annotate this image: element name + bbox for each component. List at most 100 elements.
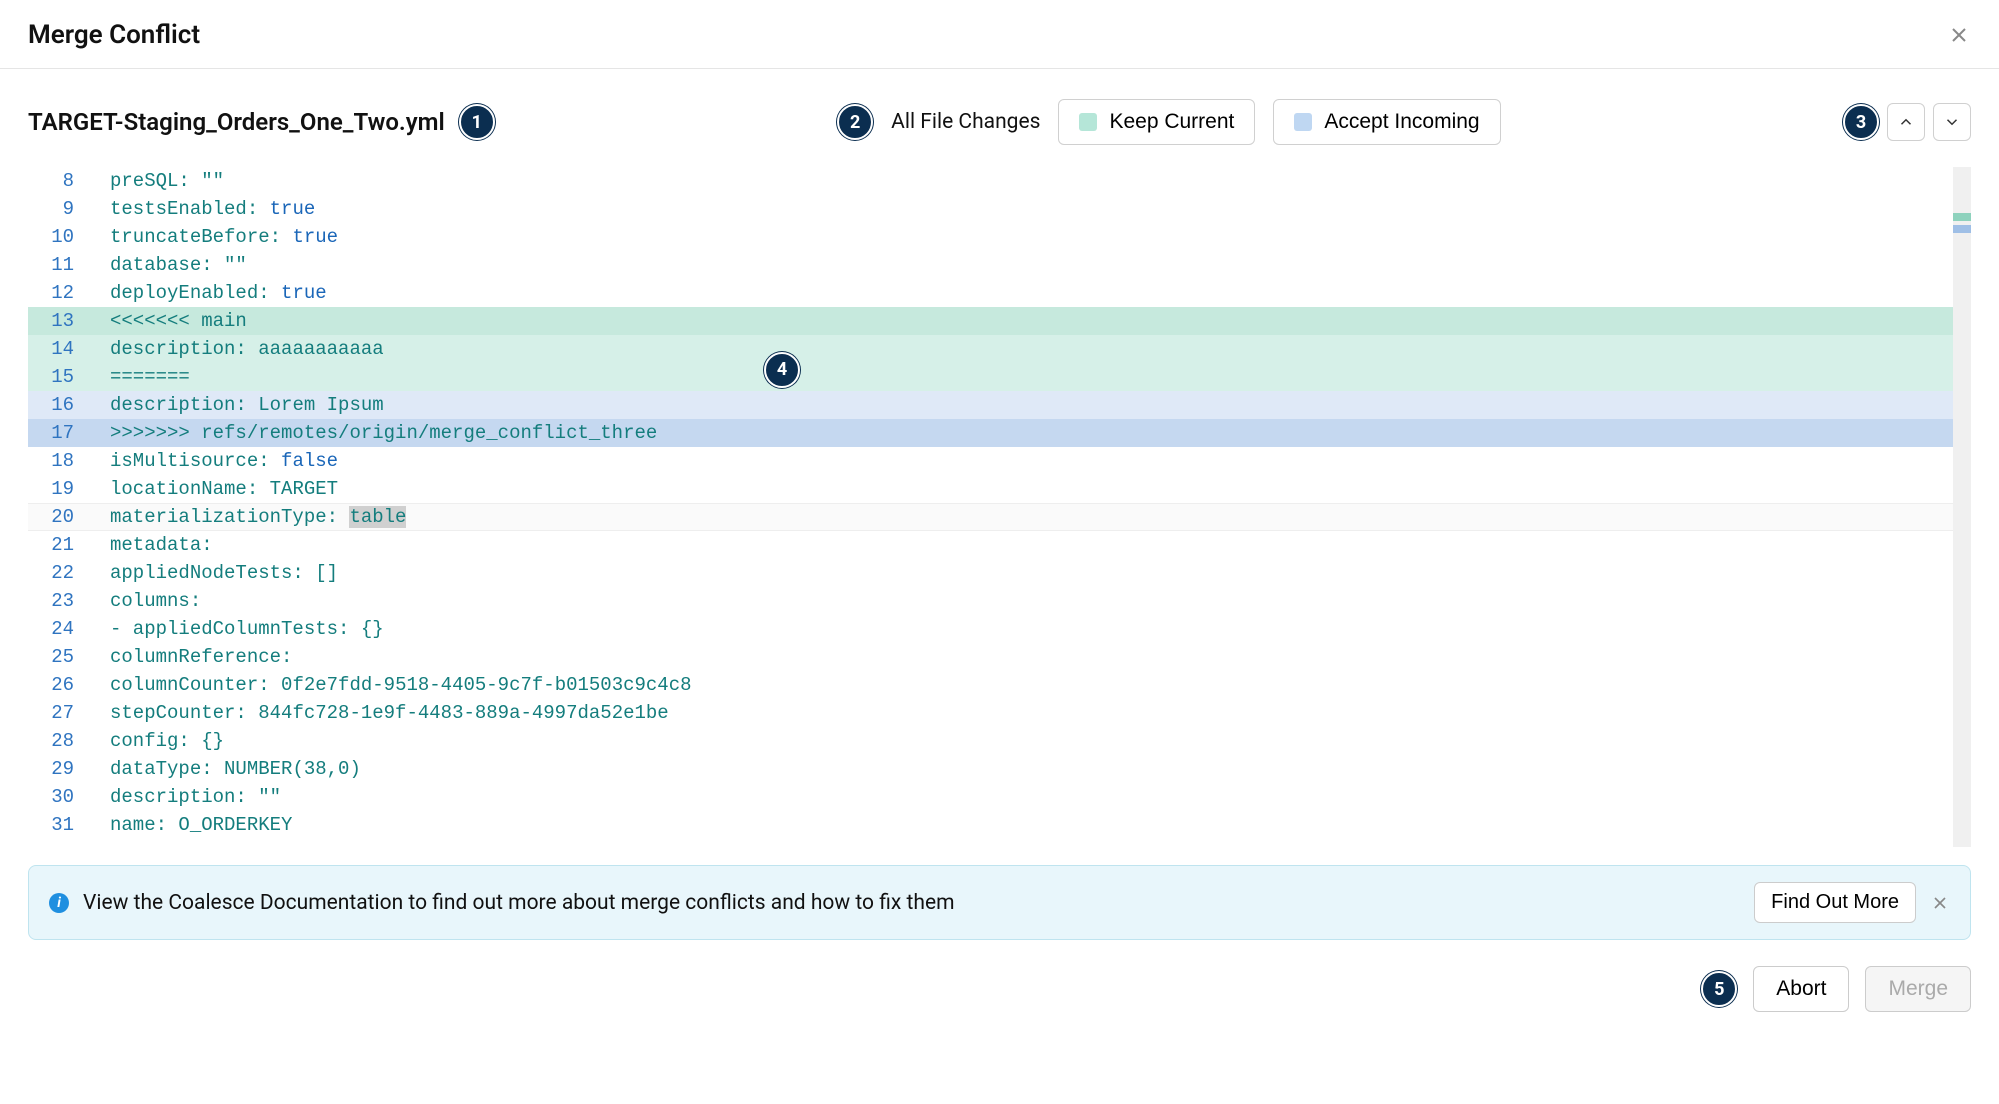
code-text: <<<<<<< main — [104, 307, 1971, 335]
code-line[interactable]: 11 database: "" — [28, 251, 1971, 279]
next-conflict-button[interactable] — [1933, 103, 1971, 141]
code-text: columns: — [104, 587, 1971, 615]
callout-badge-3: 3 — [1843, 104, 1879, 140]
code-text: >>>>>>> refs/remotes/origin/merge_confli… — [104, 419, 1971, 447]
line-number: 25 — [28, 643, 84, 671]
code-text: database: "" — [104, 251, 1971, 279]
code-line[interactable]: 14 description: aaaaaaaaaaa — [28, 335, 1971, 363]
code-text: - appliedColumnTests: {} — [104, 615, 1971, 643]
close-icon[interactable] — [1947, 23, 1971, 47]
line-number: 31 — [28, 811, 84, 839]
code-line[interactable]: 19 locationName: TARGET — [28, 475, 1971, 503]
dialog-header: Merge Conflict — [0, 0, 1999, 69]
line-number: 20 — [28, 503, 84, 531]
code-text: metadata: — [104, 531, 1971, 559]
code-line[interactable]: 12 deployEnabled: true — [28, 279, 1971, 307]
code-line[interactable]: 31 name: O_ORDERKEY — [28, 811, 1971, 839]
code-line[interactable]: 10 truncateBefore: true — [28, 223, 1971, 251]
code-line[interactable]: 15 ======= — [28, 363, 1971, 391]
code-line[interactable]: 25 columnReference: — [28, 643, 1971, 671]
callout-badge-5: 5 — [1701, 971, 1737, 1007]
callout-badge-1: 1 — [459, 104, 495, 140]
code-line[interactable]: 13 <<<<<<< main — [28, 307, 1971, 335]
dialog-footer: 5 Abort Merge — [0, 940, 1999, 1038]
line-number: 29 — [28, 755, 84, 783]
line-number: 15 — [28, 363, 84, 391]
info-icon: i — [49, 893, 69, 913]
code-text: locationName: TARGET — [104, 475, 1971, 503]
code-line[interactable]: 16 description: Lorem Ipsum — [28, 391, 1971, 419]
line-number: 22 — [28, 559, 84, 587]
code-text: description: Lorem Ipsum — [104, 391, 1971, 419]
code-text: preSQL: "" — [104, 167, 1971, 195]
keep-current-button[interactable]: Keep Current — [1058, 99, 1255, 145]
accept-incoming-swatch-icon — [1294, 113, 1312, 131]
code-line[interactable]: 21 metadata: — [28, 531, 1971, 559]
accept-incoming-button[interactable]: Accept Incoming — [1273, 99, 1500, 145]
line-number: 11 — [28, 251, 84, 279]
code-editor[interactable]: 4 8 preSQL: ""9 testsEnabled: true10 tru… — [28, 167, 1971, 847]
line-number: 18 — [28, 447, 84, 475]
line-number: 21 — [28, 531, 84, 559]
code-line[interactable]: 26 columnCounter: 0f2e7fdd-9518-4405-9c7… — [28, 671, 1971, 699]
code-text: name: O_ORDERKEY — [104, 811, 1971, 839]
code-line[interactable]: 9 testsEnabled: true — [28, 195, 1971, 223]
line-number: 27 — [28, 699, 84, 727]
keep-current-label: Keep Current — [1109, 110, 1234, 134]
line-number: 14 — [28, 335, 84, 363]
line-number: 10 — [28, 223, 84, 251]
code-line[interactable]: 30 description: "" — [28, 783, 1971, 811]
callout-badge-2: 2 — [837, 104, 873, 140]
line-number: 23 — [28, 587, 84, 615]
code-text: deployEnabled: true — [104, 279, 1971, 307]
keep-current-swatch-icon — [1079, 113, 1097, 131]
toolbar: TARGET-Staging_Orders_One_Two.yml 1 2 Al… — [0, 69, 1999, 167]
code-text: columnCounter: 0f2e7fdd-9518-4405-9c7f-b… — [104, 671, 1971, 699]
find-out-more-button[interactable]: Find Out More — [1754, 882, 1916, 923]
callout-badge-4: 4 — [764, 352, 800, 388]
code-text: ======= — [104, 363, 1971, 391]
code-text: stepCounter: 844fc728-1e9f-4483-889a-499… — [104, 699, 1971, 727]
code-text: config: {} — [104, 727, 1971, 755]
code-text: materializationType: table — [104, 503, 1971, 531]
code-line[interactable]: 23 columns: — [28, 587, 1971, 615]
code-line[interactable]: 18 isMultisource: false — [28, 447, 1971, 475]
line-number: 8 — [28, 167, 84, 195]
info-banner: i View the Coalesce Documentation to fin… — [28, 865, 1971, 940]
code-text: truncateBefore: true — [104, 223, 1971, 251]
banner-close-icon[interactable] — [1930, 893, 1950, 913]
minimap[interactable] — [1953, 167, 1971, 847]
prev-conflict-button[interactable] — [1887, 103, 1925, 141]
code-text: columnReference: — [104, 643, 1971, 671]
code-line[interactable]: 27 stepCounter: 844fc728-1e9f-4483-889a-… — [28, 699, 1971, 727]
code-line[interactable]: 17 >>>>>>> refs/remotes/origin/merge_conf… — [28, 419, 1971, 447]
merge-button[interactable]: Merge — [1865, 966, 1971, 1012]
code-line[interactable]: 20 materializationType: table — [28, 503, 1971, 531]
line-number: 9 — [28, 195, 84, 223]
code-line[interactable]: 8 preSQL: "" — [28, 167, 1971, 195]
info-banner-text: View the Coalesce Documentation to find … — [83, 891, 955, 915]
code-line[interactable]: 24 - appliedColumnTests: {} — [28, 615, 1971, 643]
code-line[interactable]: 22 appliedNodeTests: [] — [28, 559, 1971, 587]
line-number: 12 — [28, 279, 84, 307]
merge-actions-group: 2 All File Changes Keep Current Accept I… — [837, 99, 1500, 145]
line-number: 16 — [28, 391, 84, 419]
line-number: 17 — [28, 419, 84, 447]
dialog-title: Merge Conflict — [28, 20, 200, 50]
code-line[interactable]: 28 config: {} — [28, 727, 1971, 755]
filename-label: TARGET-Staging_Orders_One_Two.yml — [28, 108, 445, 136]
code-line[interactable]: 29 dataType: NUMBER(38,0) — [28, 755, 1971, 783]
code-text: testsEnabled: true — [104, 195, 1971, 223]
line-number: 30 — [28, 783, 84, 811]
code-text: appliedNodeTests: [] — [104, 559, 1971, 587]
line-number: 13 — [28, 307, 84, 335]
line-number: 28 — [28, 727, 84, 755]
line-number: 24 — [28, 615, 84, 643]
line-number: 26 — [28, 671, 84, 699]
code-text: isMultisource: false — [104, 447, 1971, 475]
code-text: description: aaaaaaaaaaa — [104, 335, 1971, 363]
code-text: dataType: NUMBER(38,0) — [104, 755, 1971, 783]
line-number: 19 — [28, 475, 84, 503]
accept-incoming-label: Accept Incoming — [1324, 110, 1479, 134]
abort-button[interactable]: Abort — [1753, 966, 1849, 1012]
